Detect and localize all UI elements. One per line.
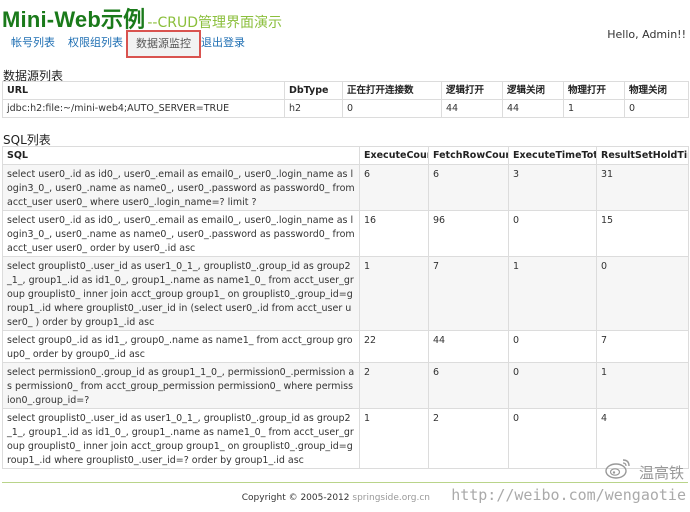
table-row: select user0_.id as id0_, user0_.email a… bbox=[2, 210, 689, 257]
cell-logic-open: 44 bbox=[441, 99, 503, 118]
cell-sql: select grouplist0_.user_id as user1_0_1_… bbox=[2, 256, 360, 331]
greeting-text: Hello, Admin!! bbox=[607, 28, 686, 41]
col-url: URL bbox=[2, 81, 285, 100]
cell-url: jdbc:h2:file:~/mini-web4;AUTO_SERVER=TRU… bbox=[2, 99, 285, 118]
footer-domain-link[interactable]: springside.org.cn bbox=[352, 493, 430, 503]
watermark-url: http://weibo.com/wengaotie bbox=[451, 486, 686, 504]
table-row: select group0_.id as id1_, group0_.name … bbox=[2, 330, 689, 363]
nav-datasource-monitor[interactable]: 数据源监控 bbox=[126, 30, 201, 58]
weibo-logo-icon bbox=[605, 459, 630, 479]
cell-execute-time-total: 3 bbox=[508, 164, 597, 211]
col-result-set-hold-time: ResultSetHoldTime bbox=[596, 146, 689, 165]
cell-execute-time-total: 0 bbox=[508, 408, 597, 469]
cell-fetch-row-count: 44 bbox=[428, 330, 509, 363]
cell-sql: select group0_.id as id1_, group0_.name … bbox=[2, 330, 360, 363]
cell-physical-close: 0 bbox=[624, 99, 689, 118]
col-fetch-row-count: FetchRowCount bbox=[428, 146, 509, 165]
col-logic-close: 逻辑关闭 bbox=[502, 81, 564, 100]
nav-logout[interactable]: 退出登录 bbox=[201, 30, 245, 56]
sql-header-row: SQL ExecuteCount FetchRowCount ExecuteTi… bbox=[2, 146, 689, 165]
datasource-header-row: URL DbType 正在打开连接数 逻辑打开 逻辑关闭 物理打开 物理关闭 bbox=[2, 81, 689, 100]
cell-execute-count: 2 bbox=[359, 362, 429, 409]
footer-divider bbox=[2, 482, 688, 483]
table-row: select user0_.id as id0_, user0_.email a… bbox=[2, 164, 689, 211]
cell-sql: select permission0_.group_id as group1_1… bbox=[2, 362, 360, 409]
cell-result-set-hold-time: 7 bbox=[596, 330, 689, 363]
nav-group-list[interactable]: 权限组列表 bbox=[68, 30, 123, 56]
table-row: select grouplist0_.user_id as user1_0_1_… bbox=[2, 256, 689, 331]
cell-execute-count: 6 bbox=[359, 164, 429, 211]
cell-execute-count: 22 bbox=[359, 330, 429, 363]
page-header: Mini-Web示例 --CRUD管理界面演示 bbox=[2, 2, 282, 32]
col-dbtype: DbType bbox=[284, 81, 343, 100]
cell-result-set-hold-time: 0 bbox=[596, 256, 689, 331]
cell-sql: select user0_.id as id0_, user0_.email a… bbox=[2, 164, 360, 211]
table-row: jdbc:h2:file:~/mini-web4;AUTO_SERVER=TRU… bbox=[2, 99, 689, 118]
cell-execute-count: 16 bbox=[359, 210, 429, 257]
footer-copyright: Copyright © 2005-2012 bbox=[241, 493, 350, 503]
cell-execute-time-total: 0 bbox=[508, 362, 597, 409]
col-logic-open: 逻辑打开 bbox=[441, 81, 503, 100]
footer: Copyright © 2005-2012 springside.org.cn bbox=[242, 493, 430, 503]
cell-open-connections: 0 bbox=[342, 99, 442, 118]
cell-result-set-hold-time: 31 bbox=[596, 164, 689, 211]
col-open-connections: 正在打开连接数 bbox=[342, 81, 442, 100]
table-row: select permission0_.group_id as group1_1… bbox=[2, 362, 689, 409]
cell-execute-time-total: 1 bbox=[508, 256, 597, 331]
cell-sql: select user0_.id as id0_, user0_.email a… bbox=[2, 210, 360, 257]
cell-execute-time-total: 0 bbox=[508, 210, 597, 257]
cell-fetch-row-count: 7 bbox=[428, 256, 509, 331]
col-execute-count: ExecuteCount bbox=[359, 146, 429, 165]
cell-execute-time-total: 0 bbox=[508, 330, 597, 363]
brand-title: Mini-Web示例 bbox=[2, 7, 146, 32]
sql-table: SQL ExecuteCount FetchRowCount ExecuteTi… bbox=[2, 146, 689, 469]
datasource-table: URL DbType 正在打开连接数 逻辑打开 逻辑关闭 物理打开 物理关闭 j… bbox=[2, 81, 689, 118]
col-physical-open: 物理打开 bbox=[563, 81, 625, 100]
brand-subtitle: --CRUD管理界面演示 bbox=[147, 15, 282, 31]
cell-fetch-row-count: 6 bbox=[428, 362, 509, 409]
cell-sql: select grouplist0_.user_id as user1_0_1_… bbox=[2, 408, 360, 469]
cell-physical-open: 1 bbox=[563, 99, 625, 118]
table-row: select grouplist0_.user_id as user1_0_1_… bbox=[2, 408, 689, 469]
cell-fetch-row-count: 6 bbox=[428, 164, 509, 211]
col-execute-time-total: ExecuteTimeTotal bbox=[508, 146, 597, 165]
cell-fetch-row-count: 2 bbox=[428, 408, 509, 469]
cell-fetch-row-count: 96 bbox=[428, 210, 509, 257]
cell-logic-close: 44 bbox=[502, 99, 564, 118]
watermark-name: 温高铁 bbox=[638, 464, 684, 482]
cell-dbtype: h2 bbox=[284, 99, 343, 118]
col-sql: SQL bbox=[2, 146, 360, 165]
nav-account-list[interactable]: 帐号列表 bbox=[11, 30, 55, 56]
cell-execute-count: 1 bbox=[359, 408, 429, 469]
cell-execute-count: 1 bbox=[359, 256, 429, 331]
cell-result-set-hold-time: 15 bbox=[596, 210, 689, 257]
cell-result-set-hold-time: 1 bbox=[596, 362, 689, 409]
col-physical-close: 物理关闭 bbox=[624, 81, 689, 100]
